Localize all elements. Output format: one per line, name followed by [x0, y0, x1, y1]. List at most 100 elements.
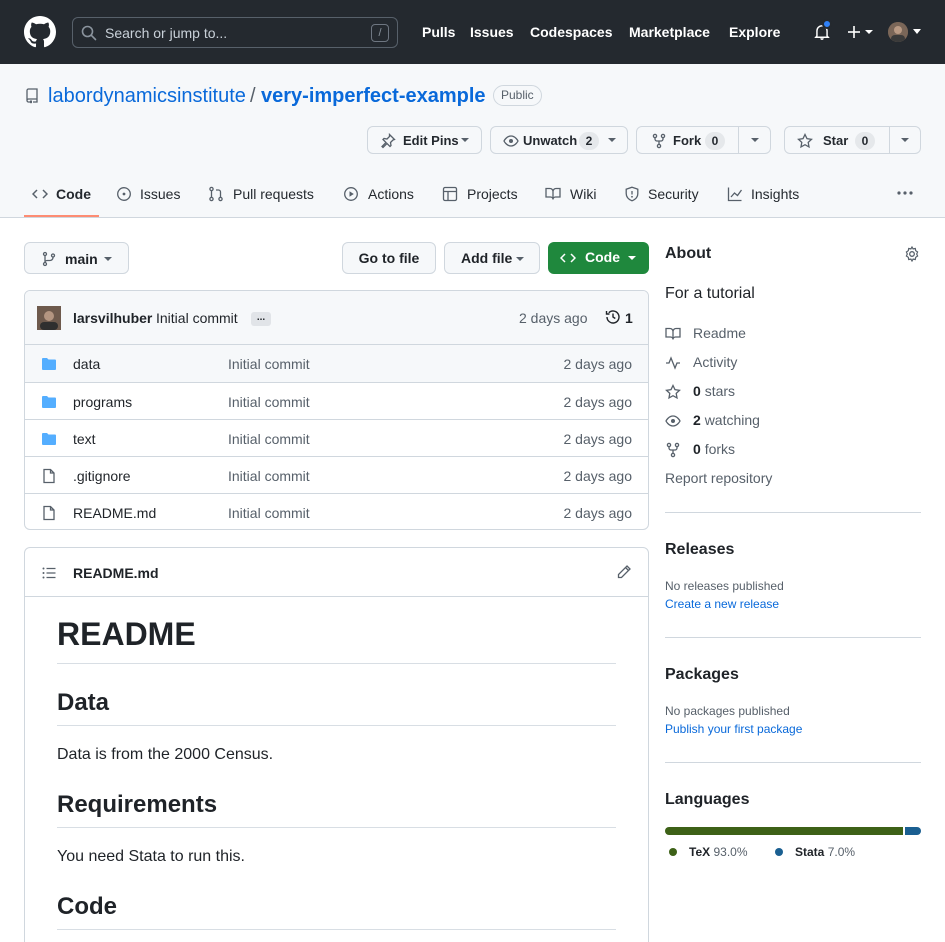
code-clone-button[interactable]: Code	[548, 242, 649, 274]
releases-empty-text: No releases published	[665, 579, 784, 593]
language-percent: 7.0%	[827, 845, 856, 859]
file-name[interactable]: programs	[73, 394, 132, 410]
play-icon	[343, 186, 359, 202]
language-stata[interactable]: Stata 7.0%	[795, 845, 855, 859]
chevron-down-icon[interactable]	[901, 138, 909, 143]
search-input[interactable]: Search or jump to... /	[72, 17, 398, 48]
file-row[interactable]: data Initial commit 2 days ago	[25, 345, 648, 382]
star-button[interactable]: Star 0	[784, 126, 921, 154]
commit-author-avatar[interactable]	[37, 306, 61, 330]
chevron-down-icon[interactable]	[751, 138, 759, 143]
chevron-down-icon	[104, 257, 112, 262]
github-logo-icon[interactable]	[24, 16, 56, 48]
search-placeholder: Search or jump to...	[105, 25, 228, 41]
readme-header: README.md	[25, 548, 648, 597]
git-branch-icon	[41, 251, 57, 267]
fork-icon	[651, 133, 667, 149]
nav-codespaces[interactable]: Codespaces	[530, 24, 612, 40]
create-release-link[interactable]: Create a new release	[665, 597, 779, 611]
fork-label: Fork	[673, 133, 702, 148]
file-row[interactable]: .gitignore Initial commit 2 days ago	[25, 456, 648, 493]
more-kebab-icon[interactable]	[896, 190, 914, 196]
branch-name: main	[65, 251, 98, 267]
releases-title[interactable]: Releases	[665, 541, 734, 559]
commit-count[interactable]: 1	[625, 310, 633, 326]
file-commit-message[interactable]: Initial commit	[228, 394, 310, 410]
repo-owner-link[interactable]: labordynamicsinstitute	[48, 85, 246, 108]
file-commit-message[interactable]: Initial commit	[228, 431, 310, 447]
latest-commit-bar: larsvilhuber Initial commit ... 2 days a…	[25, 291, 648, 345]
git-pull-request-icon	[208, 186, 224, 202]
nav-pulls[interactable]: Pulls	[422, 24, 455, 40]
stars-count: 0	[693, 383, 701, 399]
language-color-dot	[669, 848, 677, 856]
publish-package-link[interactable]: Publish your first package	[665, 722, 802, 736]
branch-select-button[interactable]: main	[24, 242, 129, 274]
watching-label: watching	[704, 412, 760, 428]
language-percent: 93.0%	[713, 845, 748, 859]
file-row[interactable]: README.md Initial commit 2 days ago	[25, 493, 648, 529]
folder-icon	[41, 356, 57, 372]
readme-link-label: Readme	[693, 325, 746, 341]
file-row[interactable]: text Initial commit 2 days ago	[25, 419, 648, 456]
nav-issues[interactable]: Issues	[470, 24, 514, 40]
file-row[interactable]: programs Initial commit 2 days ago	[25, 382, 648, 419]
edit-pins-label: Edit Pins	[403, 133, 459, 148]
unwatch-button[interactable]: Unwatch 2	[490, 126, 628, 154]
file-name[interactable]: data	[73, 356, 100, 372]
table-icon	[442, 186, 458, 202]
file-commit-message[interactable]: Initial commit	[228, 356, 310, 372]
tab-label: Wiki	[570, 186, 597, 202]
language-tex[interactable]: TeX 93.0%	[689, 845, 748, 859]
code-icon	[32, 186, 48, 202]
chevron-down-icon	[628, 256, 636, 261]
file-name[interactable]: text	[73, 431, 96, 447]
activity-link-label: Activity	[693, 354, 738, 370]
readme-filename[interactable]: README.md	[73, 565, 159, 581]
history-icon[interactable]	[605, 309, 621, 325]
readme-paragraph: You need Stata to run this.	[57, 848, 245, 865]
nav-marketplace[interactable]: Marketplace	[629, 24, 710, 40]
file-name[interactable]: README.md	[73, 505, 156, 521]
code-icon	[560, 250, 576, 266]
about-title: About	[665, 245, 712, 262]
divider	[665, 762, 921, 763]
active-tab-underline	[24, 215, 99, 217]
fork-count-badge: 0	[705, 132, 725, 150]
pencil-edit-icon[interactable]	[616, 564, 632, 580]
file-commit-time: 2 days ago	[563, 356, 633, 372]
edit-pins-button[interactable]: Edit Pins	[367, 126, 482, 154]
watch-count-badge: 2	[579, 132, 599, 150]
packages-title[interactable]: Packages	[665, 666, 739, 684]
folder-icon	[41, 394, 57, 410]
file-commit-time: 2 days ago	[563, 468, 633, 484]
file-commit-message[interactable]: Initial commit	[228, 505, 310, 521]
fork-button[interactable]: Fork 0	[636, 126, 771, 154]
nav-explore[interactable]: Explore	[729, 24, 780, 40]
file-name[interactable]: .gitignore	[73, 468, 131, 484]
add-file-button[interactable]: Add file	[444, 242, 540, 274]
gear-icon[interactable]	[904, 246, 920, 262]
divider	[665, 512, 921, 513]
commit-expand-button[interactable]: ...	[251, 312, 271, 326]
repo-name-link[interactable]: very-imperfect-example	[261, 85, 486, 108]
tab-label: Security	[648, 186, 699, 202]
split-divider	[889, 127, 890, 153]
file-commit-message[interactable]: Initial commit	[228, 468, 310, 484]
readme-h2: Requirements	[57, 791, 218, 818]
tab-label: Insights	[751, 186, 800, 202]
search-icon	[81, 25, 97, 41]
user-menu-chevron-down-icon[interactable]	[912, 29, 922, 35]
divider	[665, 637, 921, 638]
commit-message[interactable]: Initial commit	[156, 310, 238, 326]
eye-icon	[665, 413, 681, 429]
heading-rule	[57, 929, 616, 930]
user-avatar[interactable]	[888, 22, 908, 42]
report-repository-link[interactable]: Report repository	[665, 470, 772, 486]
commit-author[interactable]: larsvilhuber	[73, 310, 152, 326]
create-new-plus-icon[interactable]	[845, 23, 875, 41]
issue-opened-icon	[116, 186, 132, 202]
file-commit-time: 2 days ago	[563, 431, 633, 447]
list-unordered-icon[interactable]	[41, 565, 57, 581]
go-to-file-button[interactable]: Go to file	[342, 242, 436, 274]
